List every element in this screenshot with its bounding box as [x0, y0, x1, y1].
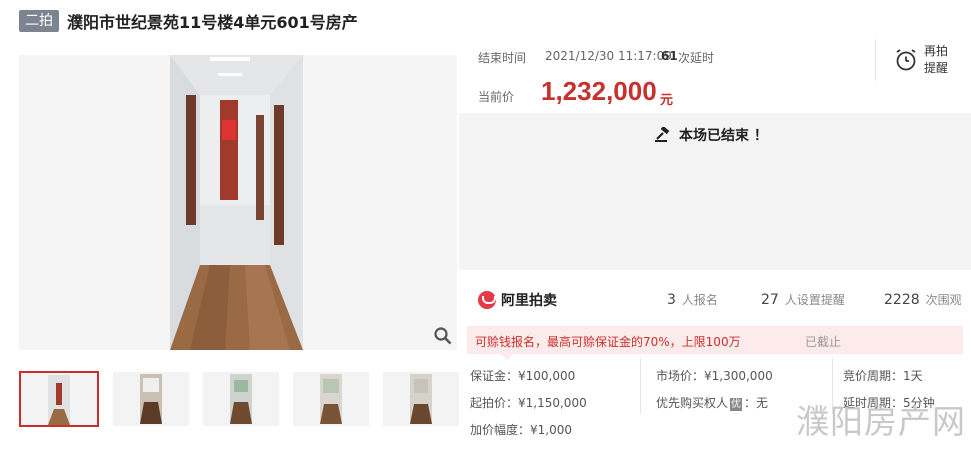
end-time-label: 结束时间: [478, 51, 527, 65]
main-image-viewer[interactable]: [19, 55, 457, 350]
thumbnail-1[interactable]: [19, 371, 99, 427]
priority-buyer: 优先购买权人优：无: [656, 394, 768, 411]
main-photo: [170, 55, 303, 350]
deposit: 保证金：¥100,000: [470, 369, 576, 383]
zoom-icon[interactable]: [433, 326, 453, 346]
logo-text: 阿里拍卖: [501, 293, 557, 309]
auction-status-panel: 本场已结束 ！: [459, 113, 971, 270]
remind-button[interactable]: 再拍提醒: [875, 39, 971, 81]
reminder-label: 人设置提醒: [784, 293, 845, 307]
gavel-icon: [655, 127, 670, 142]
thumbnail-strip: [19, 371, 459, 427]
delay-label: 次延时: [678, 51, 715, 65]
view-count: 2228: [884, 292, 920, 308]
auction-info: 结束时间 2021/12/30 11:17:09 61 次延时 当前价 1,23…: [459, 39, 971, 113]
ali-auction-logo: 阿里拍卖: [478, 290, 557, 310]
ali-auction-logo-icon: [478, 291, 496, 309]
auction-ended-message: 本场已结束 ！: [655, 125, 768, 145]
current-price-value: 1,232,000: [541, 76, 657, 106]
credit-notice-text: 可赊钱报名，最高可赊保证金的70%，上限100万: [475, 335, 741, 349]
credit-notice[interactable]: 可赊钱报名，最高可赊保证金的70%，上限100万 已截止: [467, 326, 963, 360]
credit-notice-status: 已截止: [805, 335, 842, 349]
priority-buyer-label: 优先购买权人: [656, 396, 729, 410]
watermark: 濮阳房产网: [796, 402, 966, 441]
start-price: 起拍价：¥1,150,000: [470, 396, 587, 410]
thumbnail-3[interactable]: [203, 372, 279, 426]
auction-round-badge: 二拍: [19, 10, 59, 32]
view-label: 次围观: [925, 293, 962, 307]
current-price-label: 当前价: [478, 90, 515, 104]
remind-label: 再拍提醒: [924, 44, 949, 75]
end-time-value: 2021/12/30 11:17:09: [545, 49, 672, 63]
priority-tag: 优: [730, 398, 743, 411]
bid-period: 竞价周期：1天: [843, 369, 923, 383]
priority-buyer-value: ：无: [744, 396, 769, 410]
view-stat: 2228 次围观: [884, 291, 962, 308]
bid-increment: 加价幅度：¥1,000: [470, 423, 572, 437]
title-row: 二拍 濮阳市世纪景苑11号楼4单元601号房产: [19, 8, 358, 34]
page-title: 濮阳市世纪景苑11号楼4单元601号房产: [67, 13, 358, 32]
thumbnail-5[interactable]: [383, 372, 459, 426]
signup-label: 人报名: [681, 293, 718, 307]
alarm-clock-icon: [896, 49, 916, 71]
signup-stat: 3 人报名: [667, 291, 718, 308]
reminder-stat: 27 人设置提醒: [761, 291, 845, 308]
delay-count: 61: [661, 49, 678, 63]
status-text: 本场已结束 ！: [679, 128, 768, 144]
price-unit: 元: [660, 93, 674, 108]
market-price: 市场价：¥1,300,000: [656, 369, 773, 383]
column-divider: [640, 358, 641, 414]
thumbnail-2[interactable]: [113, 372, 189, 426]
reminder-count: 27: [761, 292, 779, 308]
signup-count: 3: [667, 292, 676, 308]
thumbnail-4[interactable]: [293, 372, 369, 426]
notice-pointer: [501, 354, 513, 360]
